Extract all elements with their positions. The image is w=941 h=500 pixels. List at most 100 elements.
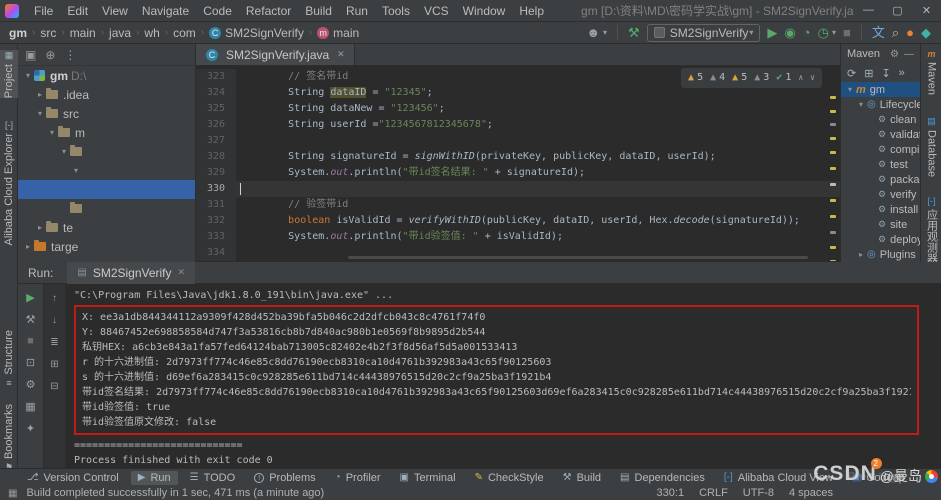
expand-all-icon[interactable]: ⊕ (45, 48, 55, 62)
code-line[interactable]: 327 (196, 133, 840, 149)
code-line[interactable]: 330 (196, 181, 840, 197)
dump-threads-button[interactable]: ⊡ (26, 356, 35, 369)
toolwindow-button-profiler[interactable]: ◔Profiler (328, 471, 388, 485)
breadcrumb-item-java[interactable]: java (108, 26, 132, 40)
code-line[interactable]: 329 System.out.println("带id签名结果: " + sig… (196, 165, 840, 181)
toolwindow-toggle-icon[interactable]: ▦ (8, 488, 17, 499)
stripe-mark[interactable] (830, 183, 836, 186)
stripe-mark[interactable] (830, 123, 836, 126)
toolwindow-button-version-control[interactable]: ⎇Version Control (20, 471, 126, 485)
menu-navigate[interactable]: Navigate (135, 4, 196, 18)
project-tree-row[interactable] (18, 180, 195, 199)
hide-panel-icon[interactable]: — (904, 49, 914, 60)
user-avatar-icon[interactable]: ☻ (586, 22, 600, 44)
translate-icon[interactable]: 文 (872, 22, 885, 44)
run-button[interactable]: ▶ (767, 22, 777, 44)
stripe-mark[interactable] (830, 167, 836, 170)
layout-button[interactable]: ▦ (25, 400, 35, 413)
code-line[interactable]: 325 String dataNew = "123456"; (196, 101, 840, 117)
settings-button[interactable]: ⚙ (26, 378, 36, 391)
menu-code[interactable]: Code (196, 4, 239, 18)
project-tree-row[interactable]: ▾ (18, 142, 195, 161)
toolwindow-button-alibaba-cloud-view[interactable]: [-]Alibaba Cloud View (717, 471, 840, 485)
download-sources-icon[interactable]: ↧ (881, 67, 890, 80)
project-tree-row[interactable]: ▸targe (18, 237, 195, 256)
project-tree-row[interactable]: ▸.idea (18, 85, 195, 104)
stripe-mark[interactable] (830, 231, 836, 234)
close-tab-icon[interactable]: ✕ (178, 267, 186, 278)
menu-tools[interactable]: Tools (375, 4, 417, 18)
debug-button[interactable]: ◉ (784, 22, 795, 44)
minimize-button[interactable]: — (854, 4, 883, 17)
inspection-indicator[interactable]: ▲3 (754, 70, 769, 86)
line-ending-widget[interactable]: CRLF (699, 487, 728, 499)
up-stacktrace-button[interactable]: ↑ (52, 293, 57, 304)
more-options-icon[interactable]: ⋮ (64, 48, 76, 62)
stripe-mark[interactable] (830, 246, 836, 249)
toolwindow-button-problems[interactable]: !Problems (247, 471, 322, 485)
menu-vcs[interactable]: VCS (417, 4, 456, 18)
edit-configuration-button[interactable]: ⚒ (26, 313, 36, 326)
coverage-button[interactable]: ◔ (803, 22, 811, 44)
maven-tree-row[interactable]: ⚙install (841, 202, 920, 217)
editor-tab[interactable]: C SM2SignVerify.java ✕ (196, 44, 355, 65)
project-tree-row[interactable]: ▾m (18, 123, 195, 142)
profiler-button[interactable]: ◷ (818, 22, 829, 44)
clear-console-button[interactable]: ⊟ (50, 381, 58, 392)
search-everywhere-icon[interactable]: ⌕ (892, 22, 899, 44)
event-log-button[interactable]: Event Log (847, 471, 897, 483)
maximize-button[interactable]: ▢ (883, 4, 912, 17)
scroll-to-end-button[interactable]: ⊞ (50, 359, 58, 370)
maven-tree-row[interactable]: ▾◎Lifecycle (841, 97, 920, 112)
code-line[interactable]: 332 boolean isValidId = verifyWithID(pub… (196, 213, 840, 229)
project-tree-row[interactable]: ▾gmD:\ (18, 66, 195, 85)
stop-button[interactable]: ■ (843, 22, 851, 44)
inspection-indicator[interactable]: ▲5 (732, 70, 747, 86)
inspection-widget[interactable]: ▲5▲4▲5▲3✔1∧∨ (681, 68, 822, 88)
sidebar-tab-bookmarks[interactable]: Bookmarks⚑ (0, 404, 18, 473)
maven-tree-row[interactable]: ⚙verify (841, 187, 920, 202)
maven-tree-row[interactable]: ⚙compile (841, 142, 920, 157)
menu-window[interactable]: Window (456, 4, 513, 18)
horizontal-scrollbar[interactable] (348, 256, 808, 259)
gem-plugin-icon[interactable]: ◆ (921, 22, 931, 44)
maven-tree-row[interactable]: ⚙package (841, 172, 920, 187)
maven-tree-row[interactable]: ⚙clean (841, 112, 920, 127)
stripe-mark[interactable] (830, 151, 836, 154)
build-hammer-icon[interactable]: ⚒ (628, 22, 640, 44)
sidebar-tab-database[interactable]: ▤Database (921, 116, 941, 177)
run-configuration-select[interactable]: SM2SignVerify▾ (647, 24, 761, 42)
maven-tree-row[interactable]: ⚙site (841, 217, 920, 232)
breadcrumb-item-src[interactable]: src (39, 26, 57, 40)
menu-file[interactable]: File (27, 4, 60, 18)
stripe-mark[interactable] (830, 260, 836, 261)
pin-button[interactable]: ✦ (26, 422, 35, 435)
menu-view[interactable]: View (95, 4, 135, 18)
menu-refactor[interactable]: Refactor (239, 4, 298, 18)
stripe-mark[interactable] (830, 137, 836, 140)
breadcrumb-item-sm2signverify[interactable]: SM2SignVerify (224, 26, 305, 40)
soft-wrap-button[interactable]: ≣ (50, 337, 58, 348)
toolwindow-button-build[interactable]: ⚒Build (556, 471, 608, 485)
sidebar-tab-alibaba-cloud-explorer[interactable]: [-]Alibaba Cloud Explorer (0, 120, 18, 246)
inspection-indicator[interactable]: ▲5 (688, 70, 703, 86)
inspection-indicator[interactable]: ✔1 (776, 70, 791, 86)
show-opened-file-icon[interactable]: ▣ (25, 48, 36, 62)
console-output[interactable]: "C:\Program Files\Java\jdk1.8.0_191\bin\… (66, 284, 941, 468)
maven-tree-row[interactable]: ▸◎Plugins (841, 247, 920, 262)
menu-edit[interactable]: Edit (60, 4, 95, 18)
code-line[interactable]: 331 // 验签带id (196, 197, 840, 213)
maven-tree-row[interactable]: ▾mgm (841, 82, 920, 97)
toolwindow-button-run[interactable]: ▶Run (131, 471, 178, 485)
project-tree-row[interactable] (18, 199, 195, 218)
sidebar-tab-project[interactable]: ▦Project (0, 50, 18, 98)
run-tab[interactable]: ▤ SM2SignVerify ✕ (67, 262, 195, 284)
stripe-mark[interactable] (830, 96, 836, 99)
inspection-indicator[interactable]: ▲4 (710, 70, 725, 86)
reload-maven-icon[interactable]: ⟳ (847, 67, 856, 80)
stop-button[interactable]: ■ (27, 335, 34, 347)
project-tree-row[interactable]: ▾ (18, 161, 195, 180)
yunxiao-icon[interactable]: ● (906, 22, 914, 44)
next-issue-icon[interactable]: ∨ (810, 70, 815, 86)
sidebar-tab-maven[interactable]: mMaven (921, 49, 941, 95)
